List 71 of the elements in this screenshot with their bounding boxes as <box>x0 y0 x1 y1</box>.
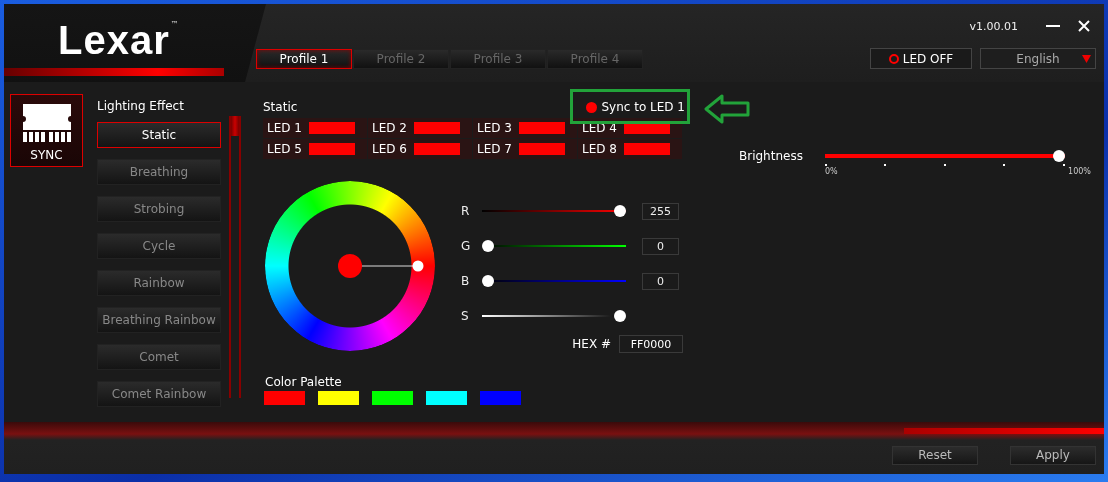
color-slider[interactable] <box>482 240 626 252</box>
slider-thumb[interactable] <box>614 205 626 217</box>
status-dot <box>586 101 598 113</box>
effect-button[interactable]: Breathing <box>97 159 221 185</box>
hue-picker[interactable] <box>338 254 424 278</box>
color-slider[interactable] <box>482 275 626 287</box>
memory-module-icon <box>20 104 73 142</box>
sync-button[interactable]: SYNC <box>10 94 83 167</box>
close-icon[interactable] <box>1078 20 1090 32</box>
slider-thumb[interactable] <box>482 275 494 287</box>
hex-field[interactable]: FF0000 <box>619 335 683 353</box>
effect-button[interactable]: Comet <box>97 344 221 370</box>
channel-label: R <box>461 204 471 218</box>
led-label: LED 5 <box>267 142 303 156</box>
minimize-icon[interactable] <box>1046 24 1060 28</box>
min-label: 0% <box>824 167 838 176</box>
section-title: Color Palette <box>265 375 343 389</box>
slider-thumb[interactable] <box>482 240 494 252</box>
hex-label: HEX # <box>572 337 611 351</box>
palette-swatch[interactable] <box>372 391 413 405</box>
brightness-slider[interactable] <box>824 150 1065 162</box>
brightness-label: Brightness <box>739 149 803 163</box>
profile-tab[interactable]: Profile 1 <box>256 48 352 69</box>
led-cell[interactable]: LED 8 <box>578 139 682 159</box>
max-label: 100% <box>1068 167 1091 176</box>
led-label: LED 1 <box>267 121 303 135</box>
footer-button[interactable]: Apply <box>1010 445 1096 465</box>
led-cell[interactable]: LED 5 <box>263 139 367 159</box>
effect-button[interactable]: Rainbow <box>97 270 221 296</box>
version-label: v1.00.01 <box>969 19 1018 33</box>
ring-icon <box>888 53 899 64</box>
led-cell[interactable]: LED 2 <box>368 118 472 138</box>
color-slider[interactable] <box>482 205 626 217</box>
led-cell[interactable]: LED 1 <box>263 118 367 138</box>
led-label: LED 8 <box>582 142 618 156</box>
value-field[interactable]: 0 <box>642 272 679 290</box>
color-slider[interactable] <box>482 310 626 322</box>
value-field[interactable]: 255 <box>642 202 679 220</box>
led-label: LED 6 <box>372 142 408 156</box>
value-field[interactable]: 0 <box>642 237 679 255</box>
brand-logo: Lexar <box>58 20 170 60</box>
arrow-icon <box>704 94 750 124</box>
led-cell[interactable]: LED 7 <box>473 139 577 159</box>
palette-swatch[interactable] <box>426 391 467 405</box>
scrollbar[interactable] <box>229 116 241 398</box>
sync-label: Sync to LED 1 <box>601 100 685 114</box>
led-label: LED 3 <box>477 121 513 135</box>
effect-button[interactable]: Comet Rainbow <box>97 381 221 407</box>
effect-button[interactable]: Breathing Rainbow <box>97 307 221 333</box>
channel-label: S <box>461 309 470 323</box>
led-cell[interactable]: LED 6 <box>368 139 472 159</box>
channel-label: G <box>461 239 472 253</box>
palette-swatch[interactable] <box>318 391 359 405</box>
caret-icon <box>1082 55 1091 63</box>
led-label: LED 2 <box>372 121 408 135</box>
trademark-symbol: ™ <box>170 20 179 29</box>
effect-button[interactable]: Strobing <box>97 196 221 222</box>
palette-swatch[interactable] <box>264 391 305 405</box>
effect-title: Static <box>263 100 298 114</box>
section-title: Lighting Effect <box>97 99 185 113</box>
led-label: LED 7 <box>477 142 513 156</box>
led-cell[interactable]: LED 3 <box>473 118 577 138</box>
slider-thumb[interactable] <box>1052 150 1065 162</box>
language-select[interactable]: English <box>980 48 1096 69</box>
effect-button[interactable]: Static <box>97 122 221 148</box>
channel-label: B <box>461 274 471 288</box>
effect-button[interactable]: Cycle <box>97 233 221 259</box>
slider-thumb[interactable] <box>614 310 626 322</box>
led-off-button[interactable]: LED OFF <box>870 48 972 69</box>
palette-swatch[interactable] <box>480 391 521 405</box>
footer-button[interactable]: Reset <box>892 445 978 465</box>
